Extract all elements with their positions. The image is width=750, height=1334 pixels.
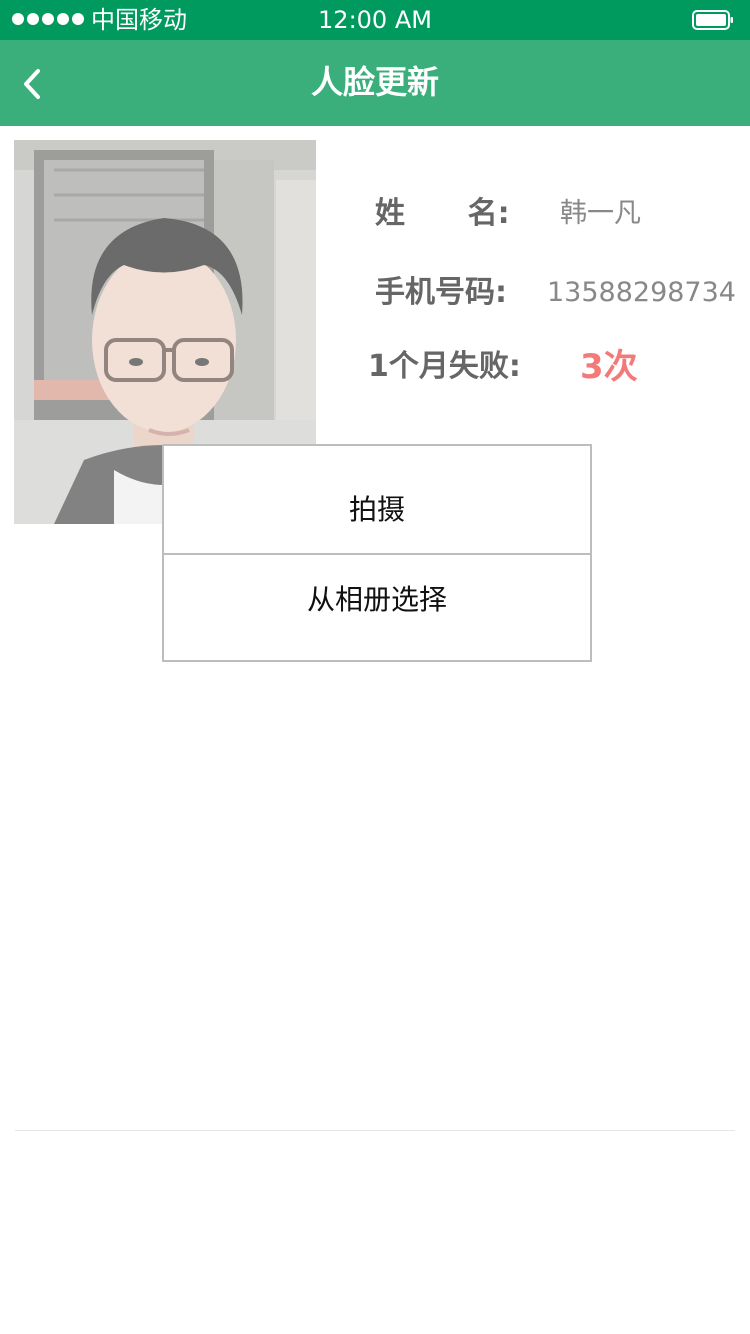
status-bar: 中国移动 12:00 AM — [0, 0, 750, 40]
photo-source-menu: 拍摄 从相册选择 — [162, 444, 592, 662]
name-value: 韩一凡 — [560, 198, 641, 229]
fail-count-label: 1个月失败: — [368, 349, 521, 384]
divider — [15, 1130, 735, 1131]
choose-from-album-button[interactable]: 从相册选择 — [164, 555, 590, 660]
phone-value: 13588298734 — [547, 277, 736, 308]
name-label: 姓 名: — [375, 196, 510, 231]
battery-full-icon — [692, 10, 733, 30]
take-photo-button[interactable]: 拍摄 — [164, 446, 590, 555]
nav-bar: 人脸更新 — [0, 40, 750, 126]
page-title: 人脸更新 — [310, 63, 439, 101]
phone-label: 手机号码: — [375, 275, 507, 310]
status-time: 12:00 AM — [318, 6, 432, 34]
fail-count-value: 3次 — [580, 347, 638, 387]
